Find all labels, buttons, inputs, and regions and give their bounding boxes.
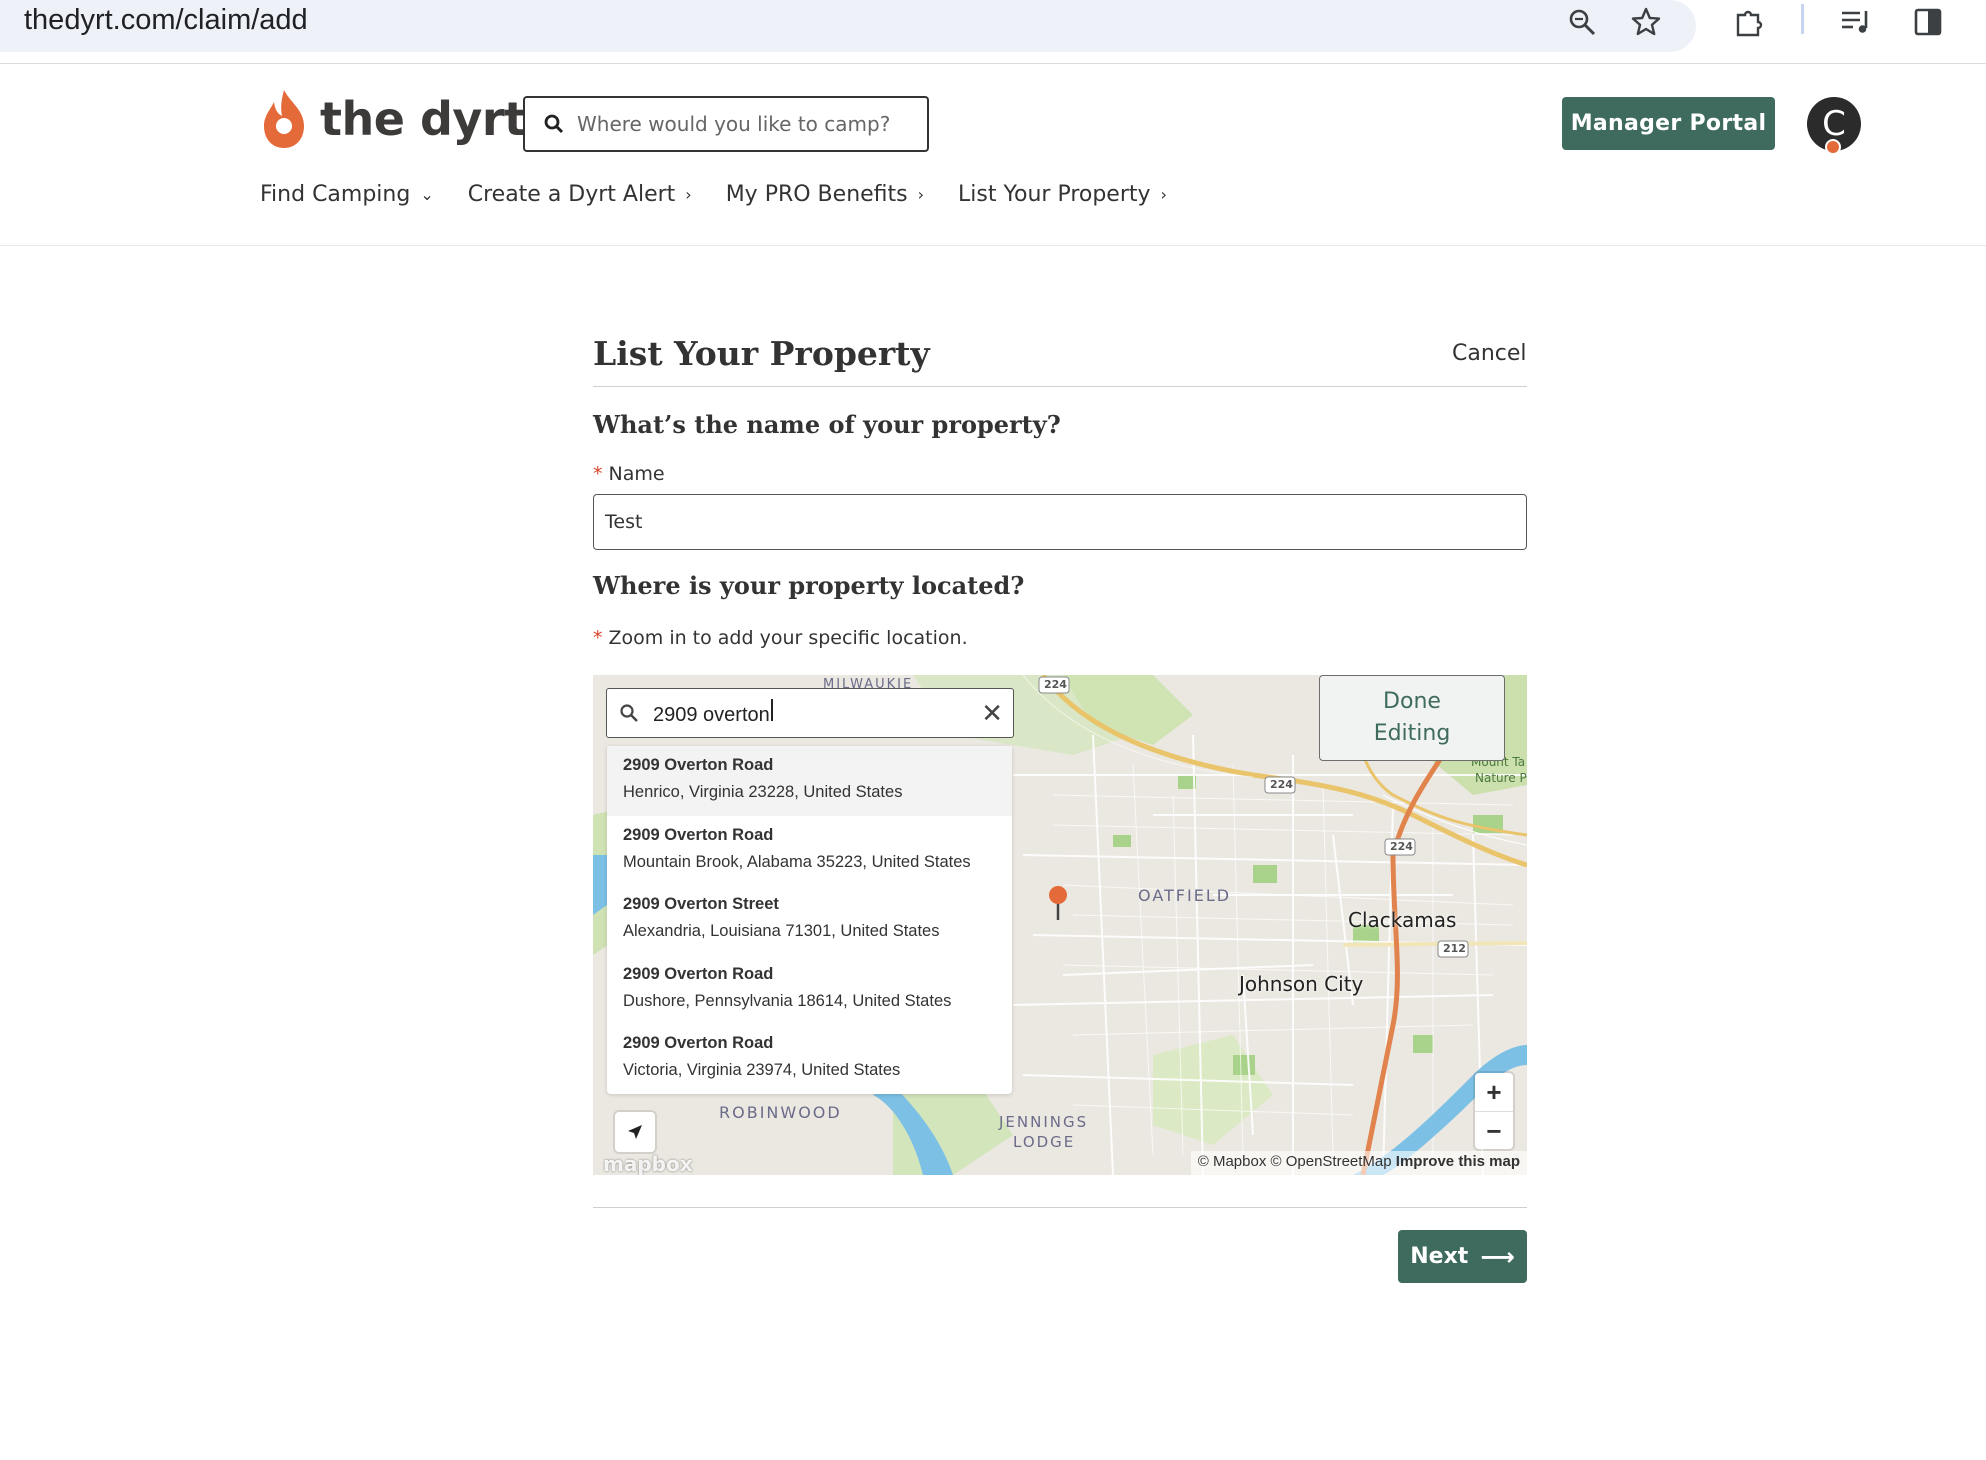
chevron-right-icon: › xyxy=(917,185,925,204)
bookmark-star-icon[interactable] xyxy=(1626,2,1666,42)
route-212-label: 212 xyxy=(1443,942,1466,955)
site-logo[interactable]: the dyrt xyxy=(260,86,526,152)
suggestion-item[interactable]: 2909 Overton Road Dushore, Pennsylvania … xyxy=(607,955,1012,1025)
mapbox-logo[interactable]: mapbox xyxy=(603,1152,693,1175)
required-asterisk: * xyxy=(593,627,603,649)
location-map[interactable]: 224 224 224 212 MILWAUKIE OATFIELD Clack… xyxy=(593,675,1527,1175)
suggestion-list: 2909 Overton Road Henrico, Virginia 2322… xyxy=(607,746,1012,1094)
close-icon[interactable]: ✕ xyxy=(981,699,1003,727)
improve-map-link[interactable]: Improve this map xyxy=(1396,1153,1520,1170)
nav-pro-benefits[interactable]: My PRO Benefits › xyxy=(726,182,924,207)
map-search-value: 2909 overton xyxy=(653,699,773,727)
next-button[interactable]: Next ⟶ xyxy=(1398,1230,1527,1283)
suggestion-item[interactable]: 2909 Overton Road Mountain Brook, Alabam… xyxy=(607,816,1012,886)
pro-badge-icon xyxy=(1825,139,1841,155)
manager-portal-button[interactable]: Manager Portal xyxy=(1562,97,1775,150)
nav-find-camping[interactable]: Find Camping ⌄ xyxy=(260,182,434,207)
browser-chrome: thedyrt.com/claim/add xyxy=(0,0,1986,64)
zoom-in-button[interactable]: + xyxy=(1475,1073,1513,1111)
location-hint: * Zoom in to add your specific location. xyxy=(593,627,968,649)
page-title: List Your Property xyxy=(593,334,930,373)
flame-logo-icon xyxy=(264,90,304,148)
search-placeholder: Where would you like to camp? xyxy=(577,112,891,136)
route-224-label: 224 xyxy=(1390,840,1413,853)
main-nav: Find Camping ⌄ Create a Dyrt Alert › My … xyxy=(260,182,1201,207)
clackamas-label: Clackamas xyxy=(1348,908,1457,932)
done-editing-button[interactable]: Done Editing xyxy=(1319,675,1505,761)
jennings-label: JENNINGS xyxy=(999,1113,1089,1131)
search-icon xyxy=(620,704,638,722)
location-arrow-icon xyxy=(628,1125,642,1139)
divider xyxy=(593,1207,1527,1208)
robinwood-label: ROBINWOOD xyxy=(719,1103,842,1122)
lodge-label: LODGE xyxy=(1013,1133,1076,1151)
map-search-input[interactable]: 2909 overton ✕ xyxy=(606,688,1014,738)
arrow-right-icon: ⟶ xyxy=(1480,1242,1515,1271)
address-bar[interactable]: thedyrt.com/claim/add xyxy=(0,0,1696,52)
nav-list-property[interactable]: List Your Property › xyxy=(958,182,1167,207)
site-search-input[interactable]: Where would you like to camp? xyxy=(523,96,929,152)
required-asterisk: * xyxy=(593,463,603,485)
reading-list-icon[interactable] xyxy=(1836,2,1876,42)
nature-park-label: Nature P xyxy=(1475,771,1527,785)
suggestion-item[interactable]: 2909 Overton Street Alexandria, Louisian… xyxy=(607,885,1012,955)
oatfield-label: OATFIELD xyxy=(1138,886,1232,905)
route-224-label: 224 xyxy=(1044,678,1067,691)
geolocate-button[interactable] xyxy=(615,1112,655,1152)
chevron-down-icon: ⌄ xyxy=(420,185,434,204)
location-question-heading: Where is your property located? xyxy=(593,571,1025,600)
name-label: * Name xyxy=(593,463,665,485)
toolbar-separator xyxy=(1801,4,1804,34)
nav-create-alert[interactable]: Create a Dyrt Alert › xyxy=(468,182,692,207)
divider xyxy=(593,386,1527,387)
side-panel-icon[interactable] xyxy=(1908,2,1948,42)
suggestion-item[interactable]: 2909 Overton Road Henrico, Virginia 2322… xyxy=(607,746,1012,816)
property-name-input[interactable]: Test xyxy=(593,494,1527,550)
zoom-out-button[interactable]: − xyxy=(1475,1112,1513,1150)
name-question-heading: What’s the name of your property? xyxy=(593,410,1061,439)
search-icon xyxy=(544,114,564,134)
chevron-right-icon: › xyxy=(1160,185,1167,204)
url-text[interactable]: thedyrt.com/claim/add xyxy=(24,4,308,37)
site-header: the dyrt Where would you like to camp? M… xyxy=(0,64,1986,246)
route-224-label: 224 xyxy=(1270,778,1293,791)
zoom-icon[interactable] xyxy=(1562,2,1602,42)
cancel-link[interactable]: Cancel xyxy=(1452,341,1527,366)
johnson-city-label: Johnson City xyxy=(1239,972,1364,996)
suggestion-item[interactable]: 2909 Overton Road Victoria, Virginia 239… xyxy=(607,1024,1012,1094)
logo-text: the dyrt xyxy=(320,92,526,146)
chevron-right-icon: › xyxy=(685,185,692,204)
extensions-icon[interactable] xyxy=(1729,2,1769,42)
map-attribution: © Mapbox © OpenStreetMap Improve this ma… xyxy=(1190,1151,1527,1175)
zoom-control: + − xyxy=(1475,1073,1513,1149)
